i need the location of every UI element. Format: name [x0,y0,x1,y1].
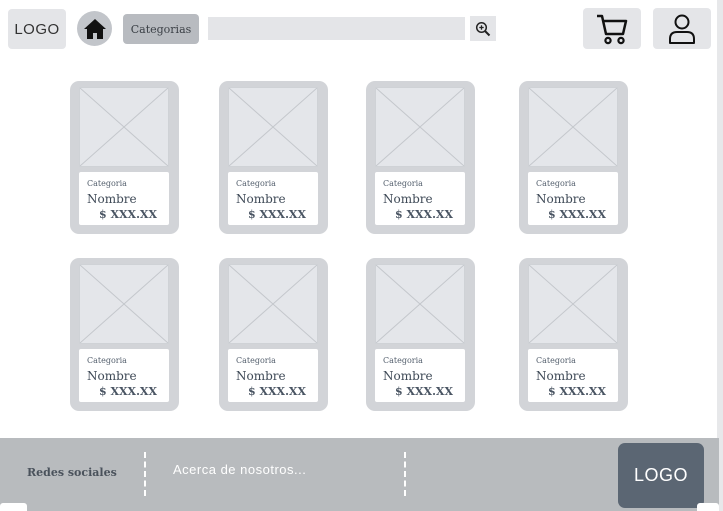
product-image-placeholder [79,87,169,167]
product-card[interactable]: Categoria Nombre $ XXX.XX [219,81,328,234]
product-category: Categoria [87,179,127,188]
product-price: $ XXX.XX [548,208,606,221]
product-info: Categoria Nombre $ XXX.XX [528,172,618,225]
product-image-placeholder [528,87,618,167]
product-price: $ XXX.XX [248,208,306,221]
header-logo[interactable]: LOGO [8,9,66,49]
product-info: Categoria Nombre $ XXX.XX [528,349,618,402]
product-category: Categoria [383,356,423,365]
product-image-placeholder [528,264,618,344]
product-card[interactable]: Categoria Nombre $ XXX.XX [70,81,179,234]
product-image-placeholder [228,264,318,344]
product-price: $ XXX.XX [248,385,306,398]
product-name: Nombre [383,369,433,383]
search-input[interactable] [208,17,465,40]
user-button[interactable] [653,8,711,49]
footer-logo[interactable]: LOGO [618,443,704,508]
page-scrollbar[interactable] [717,0,723,511]
product-category: Categoria [536,356,576,365]
product-info: Categoria Nombre $ XXX.XX [228,349,318,402]
zoom-in-icon [475,21,491,36]
product-name: Nombre [236,192,286,206]
footer: Redes sociales Acerca de nosotros... LOG… [0,438,719,511]
home-button[interactable] [77,11,112,46]
product-name: Nombre [236,369,286,383]
product-card[interactable]: Categoria Nombre $ XXX.XX [219,258,328,411]
categories-button[interactable]: Categorias [123,14,199,44]
product-card[interactable]: Categoria Nombre $ XXX.XX [366,258,475,411]
product-name: Nombre [383,192,433,206]
product-name: Nombre [87,369,137,383]
product-card[interactable]: Categoria Nombre $ XXX.XX [519,81,628,234]
product-category: Categoria [383,179,423,188]
user-icon [669,14,695,44]
product-image-placeholder [79,264,169,344]
product-info: Categoria Nombre $ XXX.XX [375,349,465,402]
footer-divider [144,452,146,496]
product-category: Categoria [236,356,276,365]
product-image-placeholder [375,87,465,167]
product-card[interactable]: Categoria Nombre $ XXX.XX [366,81,475,234]
footer-divider [404,452,406,496]
product-name: Nombre [536,192,586,206]
cart-icon [597,14,628,44]
product-price: $ XXX.XX [395,208,453,221]
product-info: Categoria Nombre $ XXX.XX [375,172,465,225]
product-image-placeholder [228,87,318,167]
product-category: Categoria [536,179,576,188]
about-us-link[interactable]: Acerca de nosotros... [173,462,306,477]
product-category: Categoria [87,356,127,365]
cart-button[interactable] [583,8,641,49]
social-links-label[interactable]: Redes sociales [27,466,117,479]
product-price: $ XXX.XX [99,385,157,398]
product-price: $ XXX.XX [395,385,453,398]
product-card[interactable]: Categoria Nombre $ XXX.XX [70,258,179,411]
product-info: Categoria Nombre $ XXX.XX [79,172,169,225]
product-name: Nombre [536,369,586,383]
product-info: Categoria Nombre $ XXX.XX [228,172,318,225]
product-category: Categoria [236,179,276,188]
product-price: $ XXX.XX [548,385,606,398]
product-image-placeholder [375,264,465,344]
bottom-left-tab [0,503,27,511]
product-name: Nombre [87,192,137,206]
home-icon [83,18,106,39]
product-price: $ XXX.XX [99,208,157,221]
search-button[interactable] [470,16,496,41]
bottom-right-tab [697,503,719,511]
product-card[interactable]: Categoria Nombre $ XXX.XX [519,258,628,411]
product-info: Categoria Nombre $ XXX.XX [79,349,169,402]
